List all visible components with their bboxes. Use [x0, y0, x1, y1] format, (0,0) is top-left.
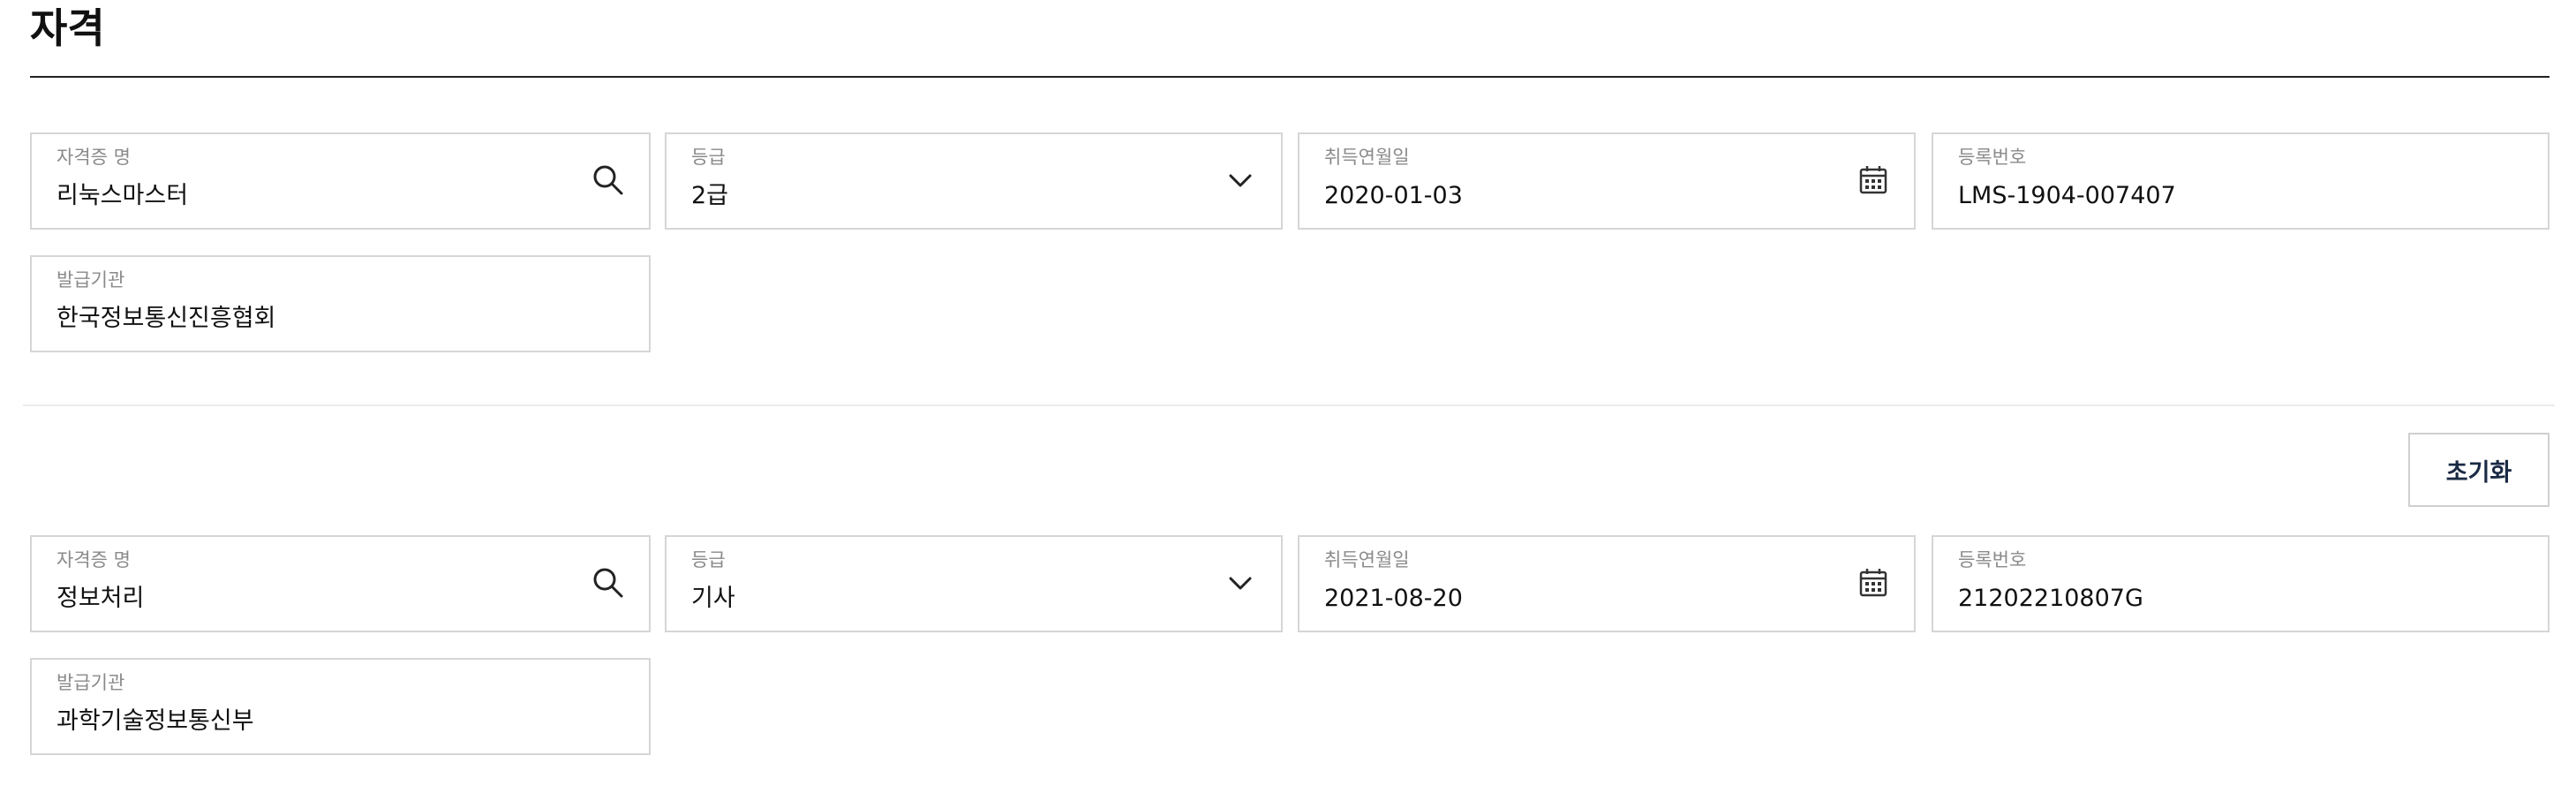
reg-number-value: LMS-1904-007407: [1958, 182, 2176, 209]
cert-name-value: 리눅스마스터: [56, 182, 189, 209]
acquired-date-label: 취득연월일: [1324, 147, 1410, 168]
acquired-date-value: 2020-01-03: [1324, 182, 1463, 209]
issuer-field[interactable]: 발급기관 과학기술정보통신부: [30, 658, 651, 755]
issuer-label: 발급기관: [56, 672, 125, 693]
chevron-down-icon[interactable]: [1223, 565, 1258, 601]
cert-name-label: 자격증 명: [56, 549, 131, 571]
search-icon[interactable]: [591, 565, 626, 601]
grade-label: 등급: [691, 147, 726, 168]
acquired-date-label: 취득연월일: [1324, 549, 1410, 571]
issuer-field[interactable]: 발급기관 한국정보통신진흥협회: [30, 255, 651, 352]
grade-value: 기사: [691, 585, 735, 612]
calendar-icon[interactable]: [1856, 162, 1891, 198]
search-icon[interactable]: [591, 162, 626, 198]
calendar-icon[interactable]: [1856, 565, 1891, 601]
grade-select[interactable]: 등급 기사: [665, 535, 1283, 632]
entry-divider: [23, 404, 2555, 406]
reg-number-field[interactable]: 등록번호 LMS-1904-007407: [1932, 132, 2550, 230]
reg-number-label: 등록번호: [1958, 549, 2027, 571]
cert-name-value: 정보처리: [56, 585, 145, 612]
cert-name-field[interactable]: 자격증 명 정보처리: [30, 535, 651, 632]
acquired-date-field[interactable]: 취득연월일 2020-01-03: [1298, 132, 1916, 230]
chevron-down-icon[interactable]: [1223, 162, 1258, 198]
issuer-value: 한국정보통신진흥협회: [56, 305, 276, 332]
cert-name-label: 자격증 명: [56, 147, 131, 168]
reg-number-label: 등록번호: [1958, 147, 2027, 168]
section-title: 자격: [30, 4, 105, 52]
title-divider: [30, 76, 2550, 78]
issuer-value: 과학기술정보통신부: [56, 707, 254, 735]
grade-label: 등급: [691, 549, 726, 571]
acquired-date-field[interactable]: 취득연월일 2021-08-20: [1298, 535, 1916, 632]
grade-value: 2급: [691, 182, 729, 209]
cert-name-field[interactable]: 자격증 명 리눅스마스터: [30, 132, 651, 230]
acquired-date-value: 2021-08-20: [1324, 585, 1463, 612]
issuer-label: 발급기관: [56, 269, 125, 291]
reg-number-field[interactable]: 등록번호 21202210807G: [1932, 535, 2550, 632]
reg-number-value: 21202210807G: [1958, 585, 2143, 612]
reset-button[interactable]: 초기화: [2408, 433, 2550, 507]
grade-select[interactable]: 등급 2급: [665, 132, 1283, 230]
